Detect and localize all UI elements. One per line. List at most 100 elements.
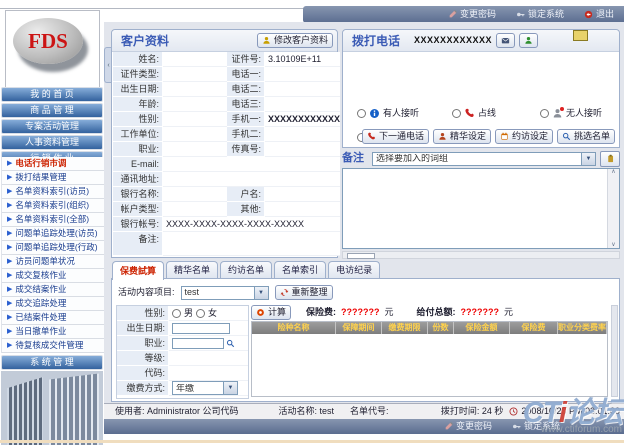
sidebar-item-products[interactable]: 商 品 管 理	[1, 103, 103, 118]
chevron-down-icon: ▼	[581, 153, 595, 165]
message-button[interactable]	[496, 33, 515, 48]
scroll-up-icon[interactable]: ∧	[611, 169, 615, 175]
column-header: 险种名称	[252, 322, 336, 334]
arrow-icon: ▶	[7, 342, 12, 349]
magnifier-icon[interactable]	[226, 339, 235, 348]
tab-label: 电访纪录	[336, 266, 372, 275]
field-label: 传真号:	[227, 142, 265, 157]
mobile2-value	[265, 127, 340, 142]
other-value	[265, 202, 340, 217]
birth-value	[163, 82, 227, 97]
sidebar-item-deal-close[interactable]: ▶成交结案作业	[2, 283, 104, 297]
logout-link[interactable]: 退出	[584, 10, 614, 19]
bottom-strip	[0, 440, 624, 443]
sidebar-item-closed-cases[interactable]: ▶已结案件处理	[2, 311, 104, 325]
radio-female[interactable]	[196, 309, 205, 318]
sidebar-item-pending-review[interactable]: ▶待复核成交件管理	[2, 339, 104, 353]
info-icon	[369, 108, 380, 119]
app-window: 变更密码 锁定系统 退出 FDS 我 的 首 页 商 品 管 理 专案活动管理 …	[0, 0, 624, 445]
job-input[interactable]	[172, 338, 224, 349]
sidebar-item-agent-issue-status[interactable]: ▶访员问题单状况	[2, 255, 104, 269]
radio-busy[interactable]	[452, 109, 461, 118]
refresh-button[interactable]: 重新整理	[275, 285, 333, 300]
logo-text: FDS	[28, 31, 68, 52]
activity-select[interactable]: test ▼	[181, 286, 269, 300]
option-busy[interactable]: 占线	[452, 108, 496, 119]
change-password-label: 变更密码	[456, 422, 492, 431]
memo-icon[interactable]	[573, 30, 588, 41]
option-label: 有人接听	[383, 109, 419, 118]
calculate-button[interactable]: 计算	[251, 305, 291, 320]
sub-label: 访员问题单状况	[15, 257, 75, 266]
insert-phrase-button[interactable]	[600, 151, 620, 167]
pencil-icon	[448, 10, 457, 19]
arrow-icon: ▶	[7, 328, 12, 335]
phone-icon	[464, 108, 475, 119]
pick-list-button[interactable]: 挑选名单	[557, 129, 615, 144]
radio-answered[interactable]	[357, 109, 366, 118]
customer-panel-title: 客户资料	[121, 35, 169, 47]
sidebar-item-dial-results[interactable]: ▶拨打结果管理	[2, 171, 104, 185]
tab-premium-calc[interactable]: 保费試算	[112, 261, 164, 280]
phrase-select-value: 选择要加入的词组	[373, 154, 581, 163]
insurance-table-header: 险种名称 保障期间 缴费期限 份数 保险金额 保险费 职业分类费率	[252, 322, 607, 334]
sidebar-item-list-index-agent[interactable]: ▶名单资料索引(访员)	[2, 185, 104, 199]
sidebar-item-list-index-all[interactable]: ▶名单资料索引(全部)	[2, 213, 104, 227]
essence-setting-button[interactable]: 精华设定	[433, 129, 491, 144]
scroll-down-icon[interactable]: ∨	[611, 242, 615, 248]
notes-vertical-scrollbar[interactable]: ∧∨	[607, 169, 619, 248]
field-label: 工作单位:	[113, 127, 163, 142]
tab-appointment-list[interactable]: 约访名单	[220, 261, 272, 278]
phrase-select[interactable]: 选择要加入的词组 ▼	[372, 152, 596, 166]
calc-result-row: 计算 保险费: ??????? 元 给付总额: ??????? 元	[251, 305, 513, 320]
calc-form: 性别: 男 女 出生日期: 职业: 等级: 代码: 缴费方式: 年缴 ▼	[116, 305, 249, 399]
watermark: CTi论坛 www.ctiforum.com	[523, 399, 624, 435]
transfer-button[interactable]	[519, 33, 538, 48]
change-password-link-bottom[interactable]: 变更密码	[444, 422, 492, 431]
arrow-icon: ▶	[7, 160, 12, 167]
radio-male[interactable]	[172, 309, 181, 318]
tab-essence-list[interactable]: 精华名单	[166, 261, 218, 278]
appointment-setting-button[interactable]: 约访设定	[495, 129, 553, 144]
tab-call-records[interactable]: 电访纪录	[328, 261, 380, 278]
notes-textarea[interactable]: ∧∨	[342, 168, 620, 249]
essence-setting-label: 精华设定	[450, 132, 486, 141]
sidebar-item-list-index-org[interactable]: ▶名单资料索引(组织)	[2, 199, 104, 213]
arrow-icon: ▶	[7, 314, 12, 321]
sidebar-item-tele-survey[interactable]: ▶电话行销市调	[2, 157, 104, 171]
option-no-answer[interactable]: 无人接听	[540, 108, 602, 119]
scroll-thumb[interactable]	[347, 253, 375, 259]
sidebar-item-campaigns[interactable]: 专案活动管理	[1, 119, 103, 134]
logo-box: FDS	[5, 10, 100, 88]
birth-date-input[interactable]	[172, 323, 230, 334]
fax-value	[265, 142, 340, 157]
sidebar-item-deal-review[interactable]: ▶成交复核作业	[2, 269, 104, 283]
dial-panel: 拨打电话 XXXXXXXXXXXX 有人接听 占线 无人接听	[342, 29, 620, 148]
notes-horizontal-scrollbar[interactable]	[342, 251, 620, 259]
menu-label: 专案活动管理	[25, 122, 79, 131]
top-bar: 变更密码 锁定系统 退出	[303, 6, 624, 23]
sidebar-item-deal-track[interactable]: ▶成交追踪处理	[2, 297, 104, 311]
next-call-button[interactable]: 下一通电话	[362, 129, 429, 144]
tab-list-index[interactable]: 名单索引	[274, 261, 326, 278]
change-password-link[interactable]: 变更密码	[448, 10, 496, 19]
building-image	[1, 371, 103, 445]
sidebar-item-system[interactable]: 系 统 管 理	[1, 355, 103, 370]
pay-method-select[interactable]: 年缴 ▼	[172, 381, 238, 395]
option-answered[interactable]: 有人接听	[357, 108, 419, 119]
sidebar-item-issue-track-admin[interactable]: ▶问题单追踪处理(行政)	[2, 241, 104, 255]
sidebar-item-daily-cancel[interactable]: ▶当日撤单作业	[2, 325, 104, 339]
sidebar-item-home[interactable]: 我 的 首 页	[1, 87, 103, 102]
female-label: 女	[208, 309, 217, 318]
edit-customer-button[interactable]: 修改客户资料	[257, 33, 333, 48]
appointment-setting-label: 约访设定	[512, 132, 548, 141]
sidebar-item-hr[interactable]: 人事资料管理	[1, 135, 103, 150]
chevron-down-icon: ▼	[223, 382, 237, 394]
radio-no-answer[interactable]	[540, 109, 549, 118]
change-password-label: 变更密码	[460, 10, 496, 19]
calc-scrollbar[interactable]	[611, 305, 618, 397]
lock-system-link[interactable]: 锁定系统	[516, 10, 564, 19]
customer-note-value	[163, 232, 340, 256]
sidebar-item-issue-track-agent[interactable]: ▶问题单追踪处理(访员)	[2, 227, 104, 241]
activity-label: 活动内容项目:	[118, 288, 175, 297]
